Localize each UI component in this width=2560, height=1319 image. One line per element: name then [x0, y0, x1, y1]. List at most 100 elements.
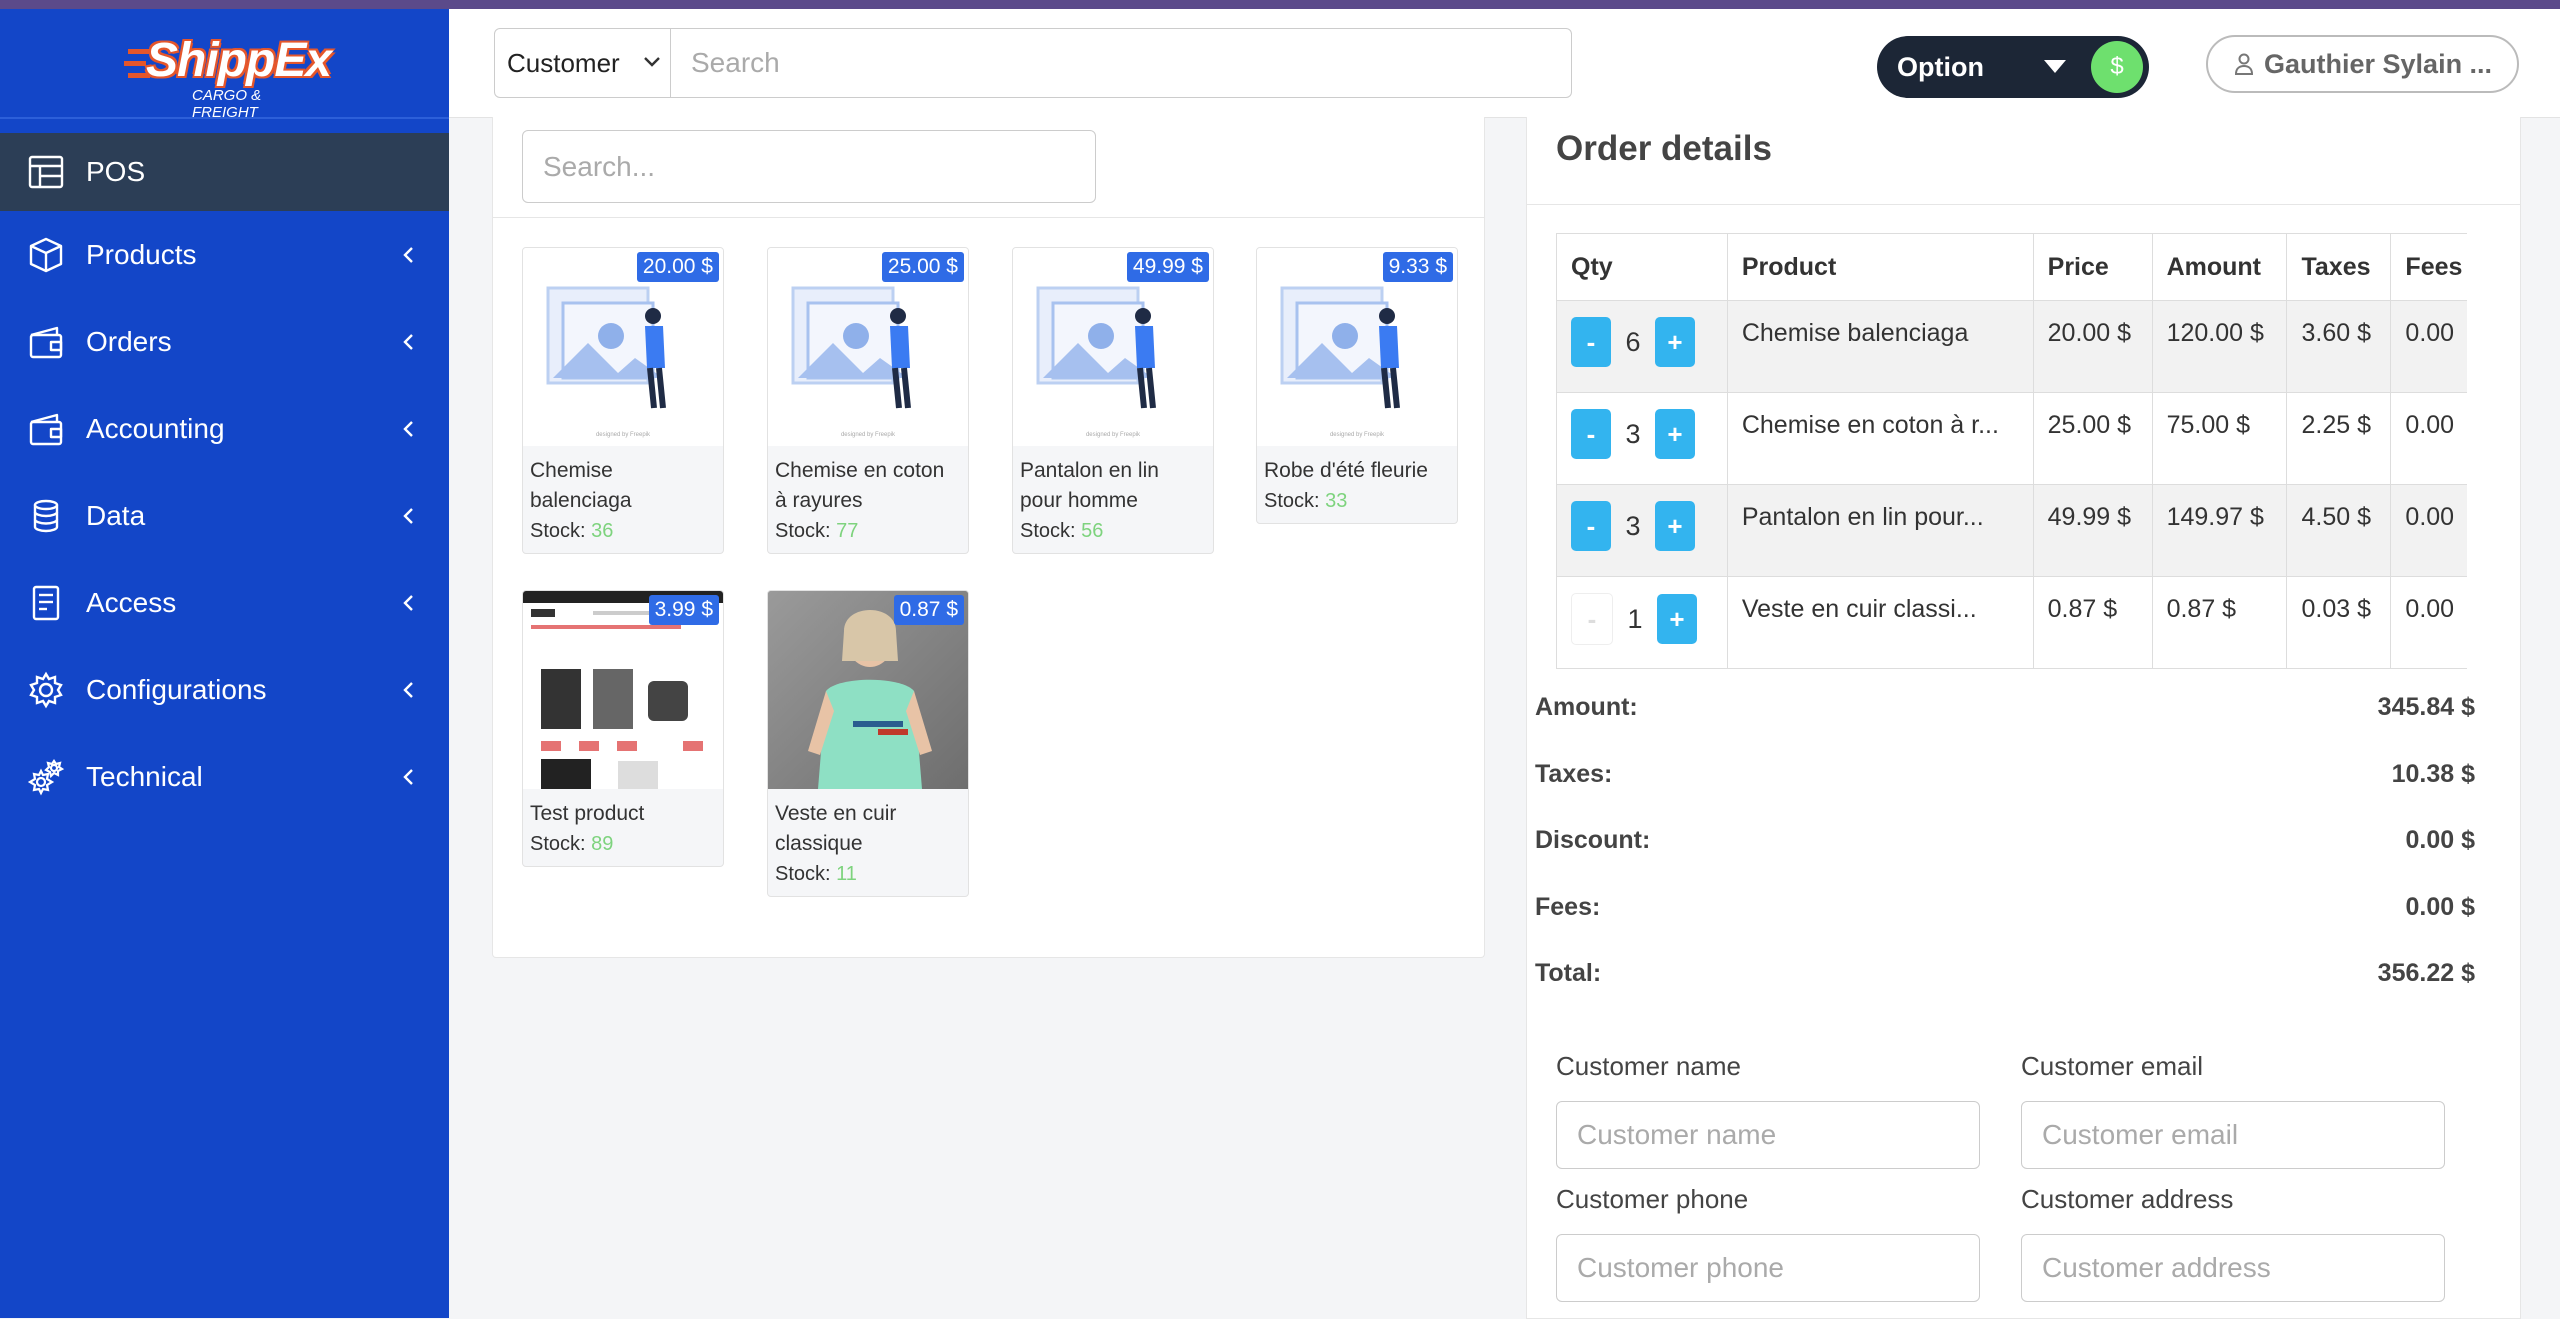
product-card[interactable]: 0.87 $ Veste en cuir classique Stock: 11	[767, 590, 969, 897]
user-menu-button[interactable]: Gauthier Sylain ...	[2206, 35, 2519, 93]
customer-phone-input[interactable]	[1556, 1234, 1980, 1302]
increase-qty-button[interactable]: +	[1655, 501, 1695, 551]
product-image-placeholder: designed by Freepik 9.33 $	[1257, 248, 1457, 446]
customer-name-input[interactable]	[1556, 1101, 1980, 1169]
price-badge: 9.33 $	[1382, 252, 1453, 282]
product-name: Chemise balenciaga	[530, 459, 632, 512]
chevron-left-icon	[403, 594, 413, 611]
chevron-left-icon	[403, 507, 413, 524]
price-badge: 0.87 $	[893, 595, 964, 625]
sidebar-item-pos[interactable]: POS	[0, 133, 449, 211]
stock-label: Stock:	[775, 520, 831, 542]
column-header-amount: Amount	[2151, 233, 2288, 301]
total-value: 0.00 $	[2405, 892, 2475, 921]
order-table-scroll[interactable]: Qty Product Price Amount Taxes Fees -6 + …	[1556, 233, 2467, 669]
decrease-qty-button[interactable]: -	[1571, 409, 1611, 459]
sidebar: ShippEx CARGO & FREIGHT POS Products Ord…	[0, 9, 449, 1318]
caret-down-icon	[2044, 60, 2066, 73]
gears-icon	[26, 757, 66, 797]
chevron-left-icon	[403, 768, 413, 785]
stock-label: Stock:	[530, 520, 586, 542]
products-panel: designed by Freepik 20.00 $ Chemise bale…	[492, 117, 1485, 958]
product-stock: Stock: 11	[768, 859, 968, 896]
svg-text:designed by Freepik: designed by Freepik	[1330, 432, 1385, 438]
sidebar-item-accounting[interactable]: Accounting	[0, 385, 449, 472]
price-cell: 20.00 $	[2032, 300, 2153, 393]
stock-value: 33	[1325, 490, 1348, 512]
sidebar-item-label: Technical	[86, 760, 203, 792]
fees-cell: 0.00	[2390, 300, 2467, 393]
stock-value: 11	[836, 863, 857, 885]
sidebar-item-products[interactable]: Products	[0, 211, 449, 298]
decrease-qty-button[interactable]: -	[1571, 593, 1613, 645]
chevron-left-icon	[403, 333, 413, 350]
product-card[interactable]: 3.99 $ Test product Stock: 89	[522, 590, 724, 867]
price-badge: 25.00 $	[881, 252, 964, 282]
increase-qty-button[interactable]: +	[1655, 409, 1695, 459]
qty-cell: -1 +	[1556, 576, 1728, 669]
order-totals: Amount: 345.84 $ Taxes: 10.38 $ Discount: 0…	[1535, 693, 2475, 1026]
customer-phone-label: Customer phone	[1556, 1184, 1749, 1214]
currency-toggle-icon[interactable]: $	[2091, 41, 2143, 93]
stock-value: 36	[591, 520, 614, 542]
amount-cell: 0.87 $	[2151, 576, 2288, 669]
search-type-select[interactable]: Customer	[494, 28, 671, 98]
option-dropdown[interactable]: Option $	[1877, 36, 2149, 98]
product-card[interactable]: designed by Freepik 49.99 $ Pantalon en …	[1012, 247, 1214, 554]
logo-speed-line	[124, 61, 146, 66]
qty-value: 3	[1625, 418, 1641, 449]
column-header-product: Product	[1726, 233, 2034, 301]
decrease-qty-button[interactable]: -	[1571, 317, 1611, 367]
sidebar-item-technical[interactable]: Technical	[0, 733, 449, 820]
sidebar-item-orders[interactable]: Orders	[0, 298, 449, 385]
product-cell: Chemise en coton à r...	[1726, 392, 2034, 485]
product-card[interactable]: designed by Freepik 25.00 $ Chemise en c…	[767, 247, 969, 554]
shippex-logo[interactable]: ShippEx CARGO & FREIGHT	[124, 31, 332, 121]
increase-qty-button[interactable]: +	[1655, 317, 1695, 367]
price-cell: 25.00 $	[2032, 392, 2153, 485]
customer-address-input[interactable]	[2021, 1234, 2445, 1302]
qty-cell: -3 +	[1556, 392, 1728, 485]
table-row: -6 + Chemise balenciaga 20.00 $ 120.00 $ …	[1556, 300, 2467, 393]
column-header-price: Price	[2032, 233, 2153, 301]
stock-value: 77	[836, 520, 859, 542]
product-name: Veste en cuir classique	[775, 802, 897, 855]
top-accent-bar	[0, 0, 2560, 9]
product-image-photo: 0.87 $	[768, 591, 968, 789]
sidebar-item-data[interactable]: Data	[0, 472, 449, 559]
increase-qty-button[interactable]: +	[1657, 594, 1697, 644]
product-card[interactable]: designed by Freepik 9.33 $ Robe d'été fl…	[1256, 247, 1458, 524]
total-value: 345.84 $	[2377, 693, 2475, 721]
column-header-qty: Qty	[1556, 233, 1728, 301]
total-row-discount: Discount: 0.00 $	[1535, 826, 2475, 893]
column-header-fees: Fees	[2390, 233, 2467, 301]
sidebar-nav: POS Products Orders Accounting Data Acce…	[0, 133, 449, 820]
fees-cell: 0.00	[2390, 576, 2467, 669]
sidebar-item-label: Products	[86, 238, 197, 270]
product-search-input[interactable]	[522, 130, 1096, 203]
header-search-input[interactable]	[671, 28, 1572, 98]
product-name: Test product	[530, 802, 645, 825]
qty-value: 6	[1625, 326, 1641, 357]
decrease-qty-button[interactable]: -	[1571, 501, 1611, 551]
product-name: Chemise en coton à rayures	[775, 459, 945, 512]
product-stock: Stock: 56	[1013, 516, 1213, 553]
top-header: Customer Option $ Gauthier Sylain ...	[449, 9, 2560, 118]
order-details-panel: Order details Qty Product Price Amount T…	[1526, 117, 2521, 1319]
sidebar-item-configurations[interactable]: Configurations	[0, 646, 449, 733]
total-value: 10.38 $	[2391, 759, 2475, 788]
product-card[interactable]: designed by Freepik 20.00 $ Chemise bale…	[522, 247, 724, 554]
product-name: Pantalon en lin pour homme	[1020, 459, 1159, 512]
stock-value: 89	[591, 833, 614, 855]
sidebar-item-label: Orders	[86, 325, 172, 357]
sidebar-item-access[interactable]: Access	[0, 559, 449, 646]
database-icon	[26, 496, 66, 536]
total-row-amount: Amount: 345.84 $	[1535, 693, 2475, 760]
chevron-down-icon	[644, 57, 660, 67]
product-image-placeholder: designed by Freepik 49.99 $	[1013, 248, 1213, 446]
customer-email-input[interactable]	[2021, 1101, 2445, 1169]
order-table: Qty Product Price Amount Taxes Fees -6 + …	[1556, 233, 2467, 669]
qty-value: 3	[1625, 510, 1641, 541]
amount-cell: 120.00 $	[2151, 300, 2288, 393]
total-label: Amount:	[1535, 693, 1638, 721]
